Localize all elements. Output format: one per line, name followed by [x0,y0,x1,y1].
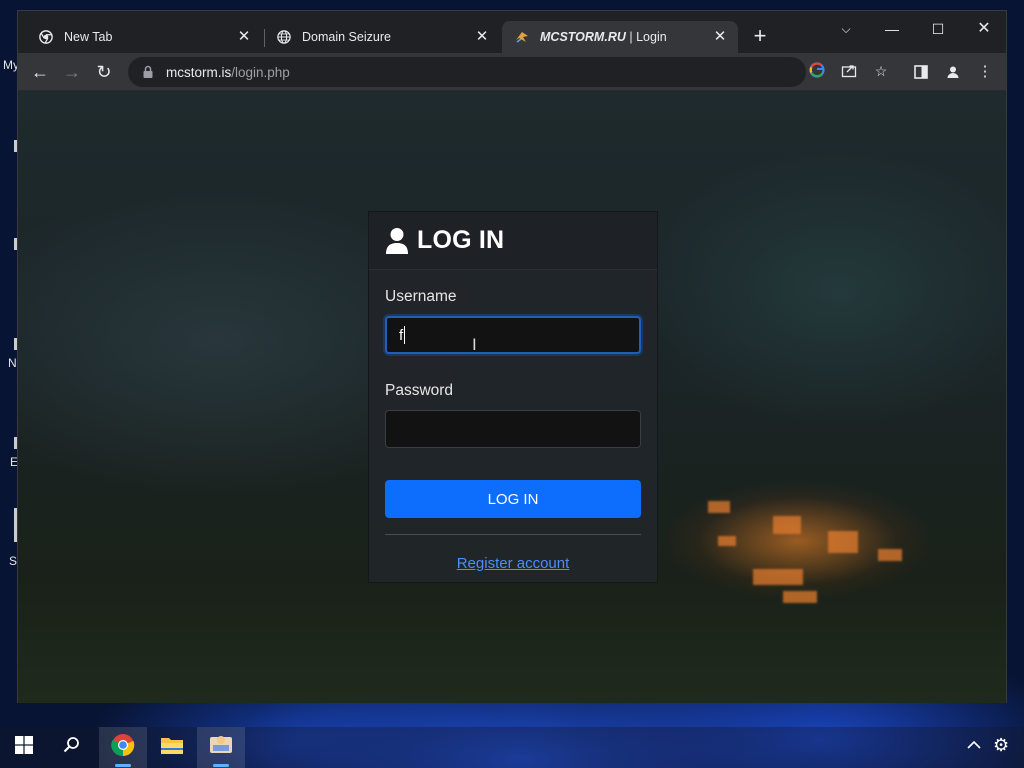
search-button[interactable] [48,727,96,768]
page-viewport: LOG IN Username f Password LOG IN Regist… [18,91,1006,703]
mcstorm-logo-icon [514,29,530,45]
background-ember [753,569,803,585]
desktop-icon[interactable] [0,140,20,152]
app-icon [208,733,234,762]
tab-mcstorm-login[interactable]: MCSTORM.RU | Login ✕ [502,21,738,53]
address-bar[interactable]: mcstorm.is/login.php [128,57,806,87]
tab-title: MCSTORM.RU | Login [540,30,667,44]
profile-icon[interactable] [940,59,966,85]
browser-window: New Tab ✕ Domain Seizure ✕ MCSTORM.RU | … [17,10,1007,703]
globe-icon [276,29,292,45]
tab-domain-seizure[interactable]: Domain Seizure ✕ [264,21,500,53]
close-tab-icon[interactable]: ✕ [712,29,728,45]
forward-button[interactable]: → [59,59,85,85]
login-button[interactable]: LOG IN [385,480,641,518]
browser-toolbar: ← → ↻ mcstorm.is/login.php ☆ ⋮ [18,53,1006,91]
password-label: Password [385,382,454,399]
close-tab-icon[interactable]: ✕ [236,29,252,45]
login-heading: LOG IN [417,226,505,254]
tab-search-button[interactable]: ⌵ [823,15,869,43]
tab-title: Domain Seizure [302,30,391,44]
chrome-icon [111,733,135,762]
maximize-button[interactable]: ☐ [915,15,961,43]
close-tab-icon[interactable]: ✕ [474,29,490,45]
mouse-ibeam-cursor: I [472,335,477,354]
reload-button[interactable]: ↻ [91,59,117,85]
desktop-icon[interactable] [0,338,20,350]
background-ember [828,531,858,553]
text-caret [404,326,406,344]
desktop-icon[interactable] [0,238,20,250]
gear-icon[interactable]: ⚙ [993,735,1009,756]
taskbar-app[interactable] [197,727,245,768]
minimize-button[interactable]: — [869,15,915,43]
share-icon[interactable] [840,62,858,80]
tab-strip: New Tab ✕ Domain Seizure ✕ MCSTORM.RU | … [18,11,1006,59]
address-path: /login.php [231,64,290,80]
back-button[interactable]: ← [27,59,53,85]
login-card-header: LOG IN [369,212,657,270]
menu-kebab-icon[interactable]: ⋮ [972,59,998,85]
password-input[interactable] [385,410,641,448]
background-ember [878,549,902,561]
tab-title: New Tab [64,30,113,44]
lock-icon[interactable] [142,65,156,79]
start-icon [15,736,33,759]
new-tab-button[interactable]: + [748,25,772,49]
background-ember [718,536,736,546]
background-ember [783,591,817,603]
username-label: Username [385,288,457,305]
address-host: mcstorm.is [166,64,232,80]
taskbar-chrome[interactable] [99,727,147,768]
background-ember [708,501,730,513]
file-explorer-icon [160,735,184,760]
background-ember [773,516,801,534]
search-icon [63,736,81,759]
desktop-icon[interactable] [0,437,20,449]
desktop-icon-label[interactable]: N [8,356,17,370]
tab-title-suffix: | Login [625,30,667,44]
google-icon[interactable] [808,62,826,80]
username-value: f [399,326,404,344]
taskbar: ⚙ [0,727,1024,768]
side-panel-icon[interactable] [908,59,934,85]
tab-new-tab[interactable]: New Tab ✕ [26,21,262,53]
login-card: LOG IN Username f Password LOG IN Regist… [368,211,658,583]
form-divider [385,534,641,535]
bookmark-star-icon[interactable]: ☆ [872,62,890,80]
chrome-icon [38,29,54,45]
desktop-icon[interactable] [0,508,20,542]
login-form: Username f Password LOG IN Register acco… [369,270,657,572]
username-input[interactable]: f [385,316,641,354]
tab-title-brand: MCSTORM.RU [540,30,626,44]
start-button[interactable] [0,727,48,768]
chevron-up-icon[interactable] [967,737,981,753]
register-account-link[interactable]: Register account [385,555,641,572]
close-window-button[interactable]: ✕ [961,15,1007,43]
taskbar-file-explorer[interactable] [148,727,196,768]
user-icon [385,227,411,255]
